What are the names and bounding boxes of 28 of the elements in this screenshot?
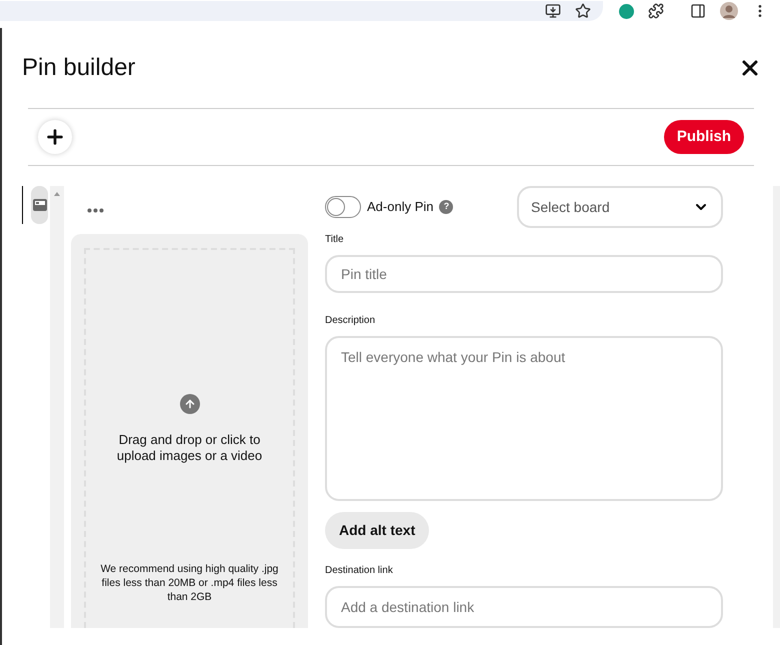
image-icon — [32, 199, 47, 211]
upload-hint: We recommend using high quality .jpg files less than 20MB or .mp4 files less than 2GB — [100, 562, 280, 604]
upload-icon — [180, 394, 200, 414]
more-icon[interactable] — [87, 208, 104, 213]
toggle-switch[interactable] — [325, 196, 361, 218]
install-icon[interactable] — [545, 3, 561, 19]
dialog-title: Pin builder — [22, 53, 136, 83]
title-field[interactable]: Pin title — [325, 255, 723, 293]
toggle-label: Ad-only Pin — [367, 198, 434, 216]
link-field[interactable]: Add a destination link — [325, 586, 723, 628]
field-label: Description — [325, 314, 376, 328]
add-button[interactable] — [38, 120, 72, 154]
board-dropdown[interactable]: Select board — [517, 186, 723, 228]
puzzle-icon[interactable] — [648, 3, 664, 19]
field-label: Destination link — [325, 564, 393, 578]
plus-icon — [44, 126, 66, 148]
upload-area[interactable]: Drag and drop or click to upload images or a video We recommend using high quality .jpg files less than 20MB or .mp4 files less than 2GB — [71, 234, 308, 628]
help-icon[interactable]: ? — [439, 200, 454, 214]
avatar-icon[interactable] — [720, 2, 738, 20]
description-field[interactable]: Tell everyone what your Pin is about — [325, 336, 723, 501]
bookmark-star-icon[interactable] — [575, 3, 591, 19]
alt-text-button[interactable]: Add alt text — [325, 512, 430, 549]
image-tab[interactable] — [31, 186, 48, 224]
extension-icon[interactable] — [619, 4, 634, 18]
side-panel-icon[interactable] — [690, 3, 706, 19]
publish-button[interactable]: Publish — [664, 120, 744, 154]
upload-prompt: Drag and drop or click to upload images or a video — [116, 432, 264, 464]
field-label: Title — [325, 233, 344, 247]
